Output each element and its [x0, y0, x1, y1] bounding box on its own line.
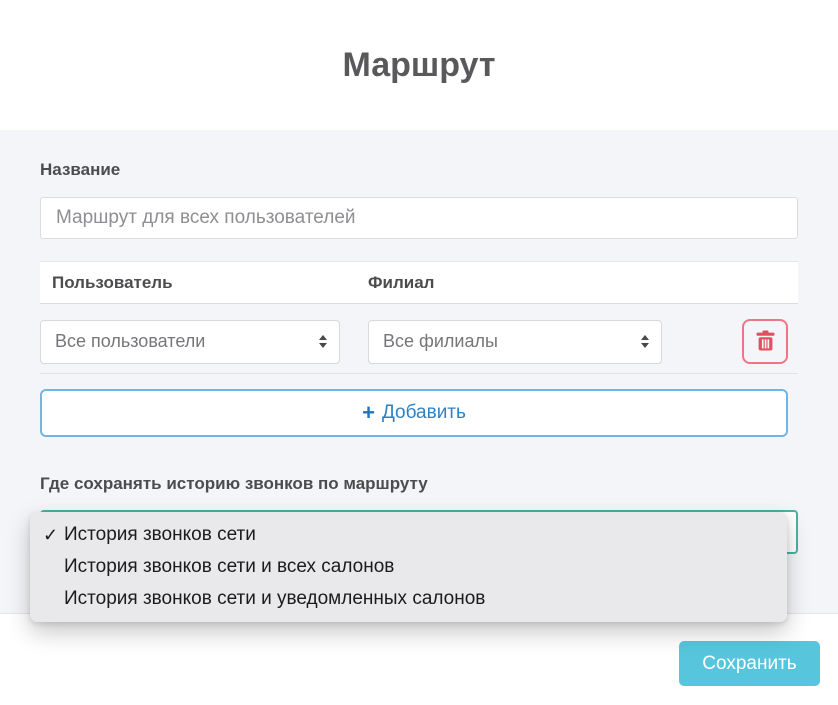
save-button[interactable]: Сохранить [679, 641, 820, 686]
add-row-button-label: Добавить [382, 402, 466, 424]
routes-table: Пользователь Филиал Все пользователи Все… [40, 261, 798, 437]
branch-select[interactable]: Все филиалы [368, 320, 662, 364]
history-dropdown-menu: ✓ История звонков сети История звонков с… [30, 512, 787, 622]
modal-body: Название Пользователь Филиал Все пользов… [0, 130, 838, 613]
page-title: Маршрут [342, 46, 495, 85]
dropdown-option-label: История звонков сети и уведомленных сало… [64, 588, 485, 609]
modal-header: Маршрут [0, 0, 838, 130]
history-select-wrap: ✓ История звонков сети История звонков с… [40, 510, 798, 554]
add-row-button[interactable]: + Добавить [40, 389, 788, 437]
modal-footer: Сохранить [0, 613, 838, 705]
route-name-input[interactable] [40, 197, 798, 239]
table-header-row: Пользователь Филиал [40, 261, 798, 304]
checkmark-icon: ✓ [43, 519, 58, 551]
delete-row-button[interactable] [742, 319, 788, 364]
select-updown-icon [319, 335, 327, 348]
dropdown-option[interactable]: История звонков сети и всех салонов [30, 551, 787, 583]
branch-select-value: Все филиалы [383, 331, 498, 352]
select-updown-icon [641, 335, 649, 348]
history-label: Где сохранять историю звонков по маршрут… [40, 474, 798, 494]
dropdown-option-selected[interactable]: ✓ История звонков сети [30, 519, 787, 551]
plus-icon: + [362, 402, 375, 424]
save-button-label: Сохранить [702, 653, 796, 675]
dropdown-option-label: История звонков сети и всех салонов [64, 556, 394, 577]
table-row: Все пользователи Все филиалы [40, 304, 798, 374]
dropdown-option[interactable]: История звонков сети и уведомленных сало… [30, 583, 787, 615]
dropdown-option-label: История звонков сети [64, 524, 256, 545]
column-header-user: Пользователь [52, 273, 368, 293]
user-select[interactable]: Все пользователи [40, 320, 340, 364]
column-header-branch: Филиал [368, 273, 434, 293]
name-label: Название [40, 160, 798, 180]
user-select-value: Все пользователи [55, 331, 205, 352]
trash-icon [756, 330, 775, 354]
route-modal: Маршрут Название Пользователь Филиал Все… [0, 0, 838, 705]
